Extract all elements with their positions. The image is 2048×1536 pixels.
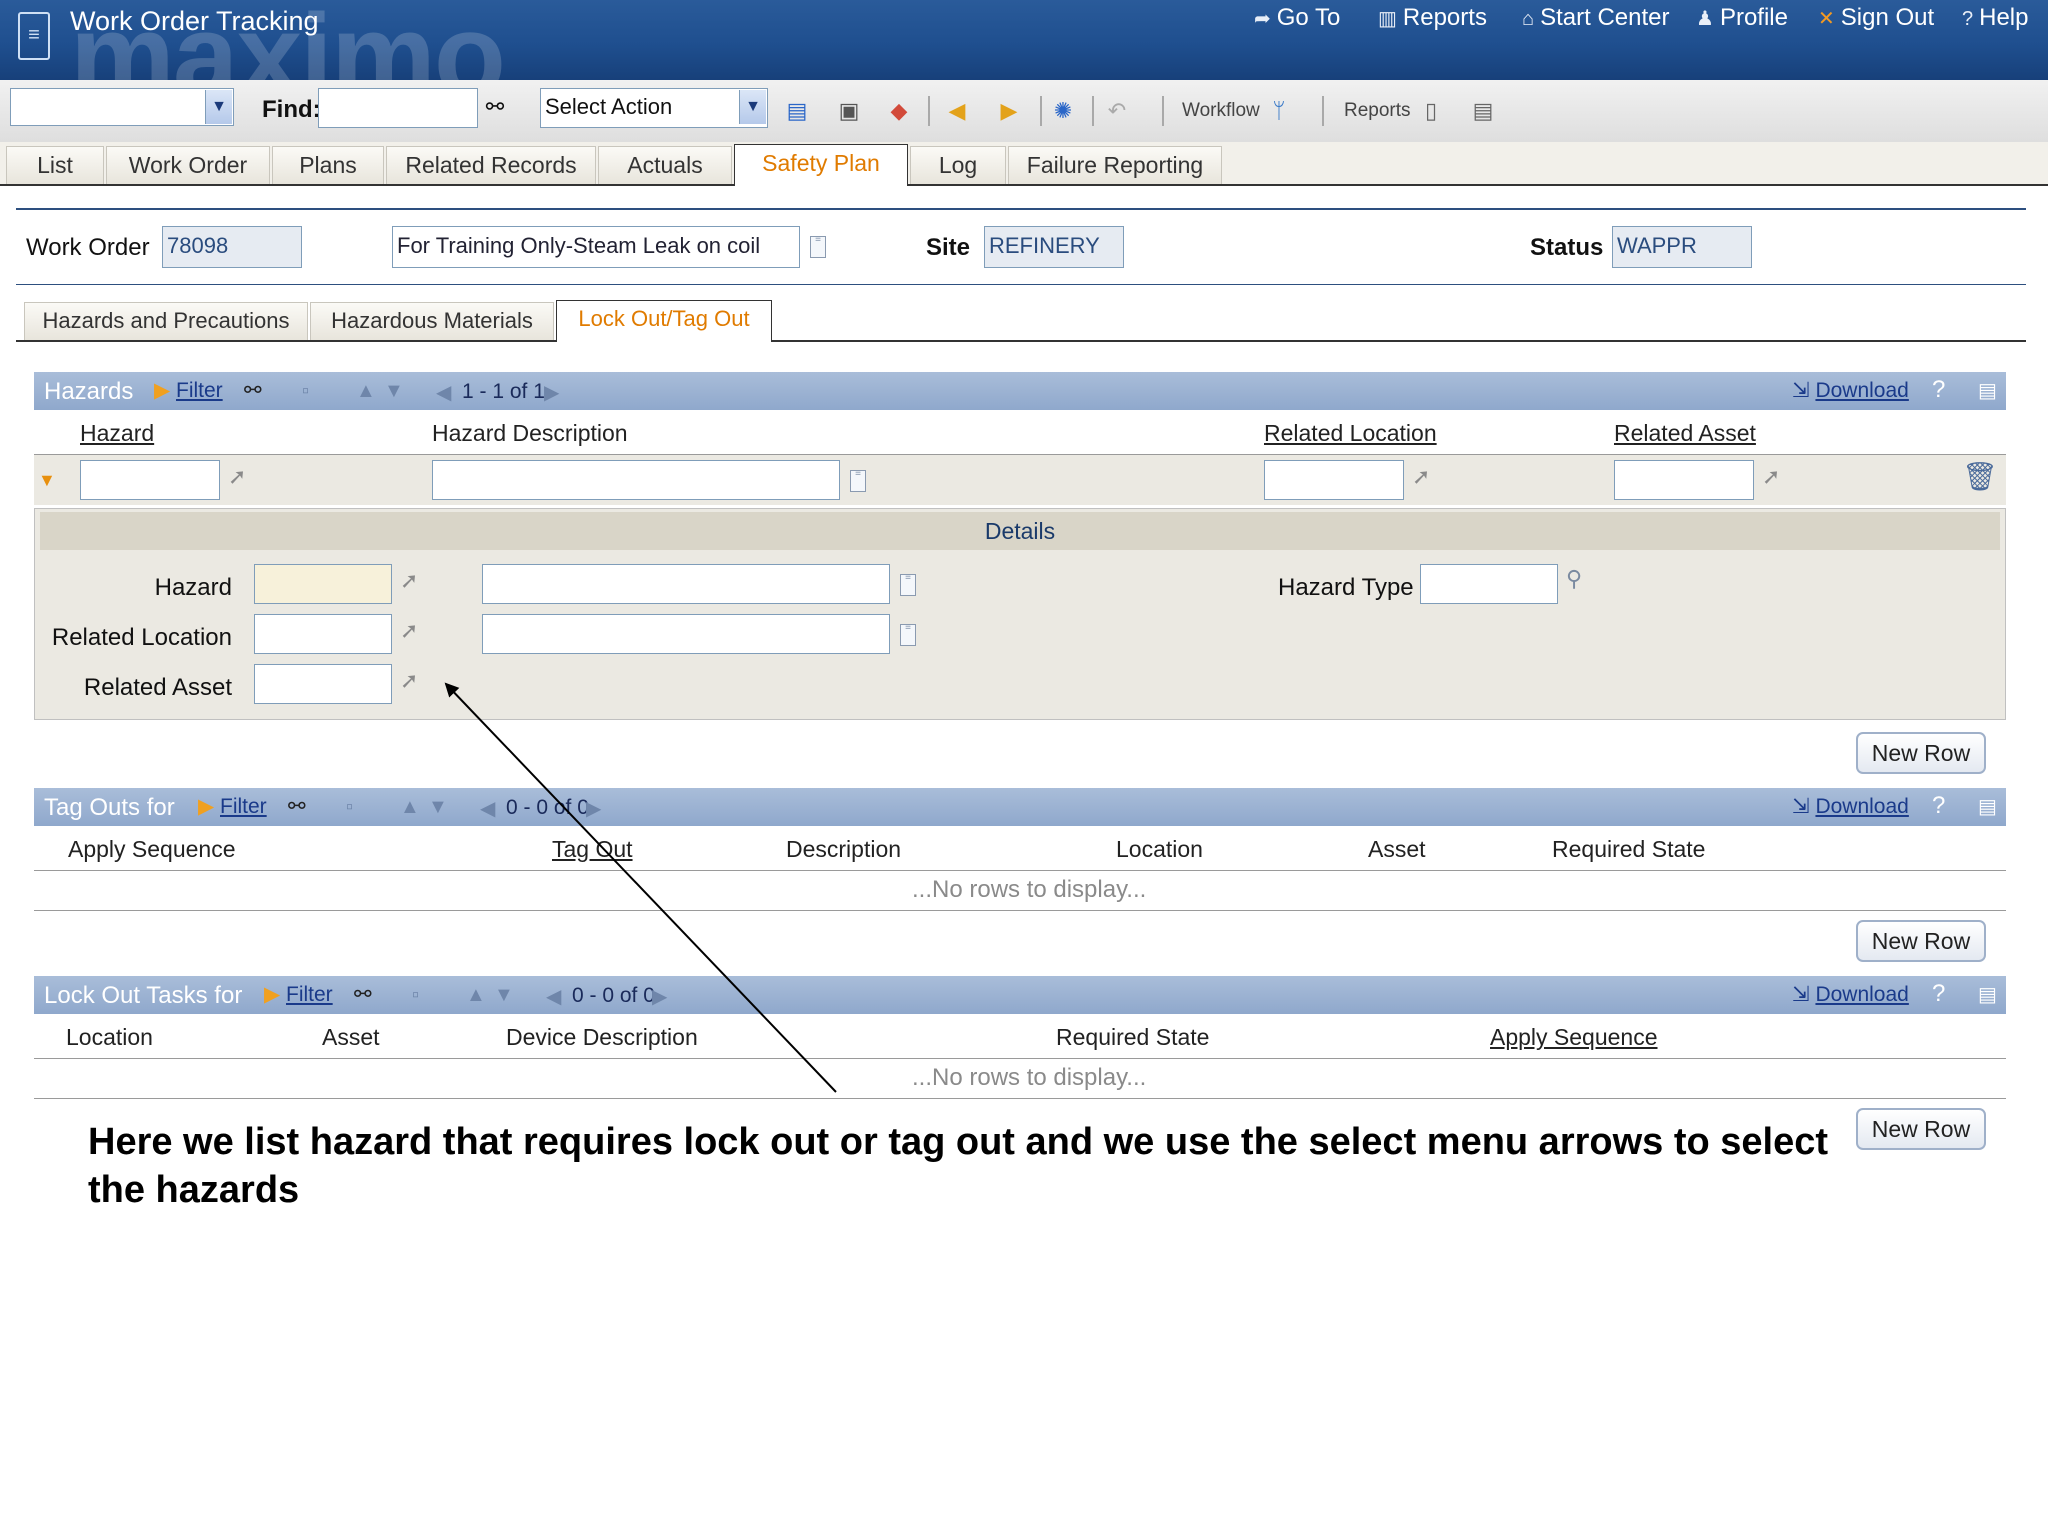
annotation-arrow — [444, 682, 837, 1093]
